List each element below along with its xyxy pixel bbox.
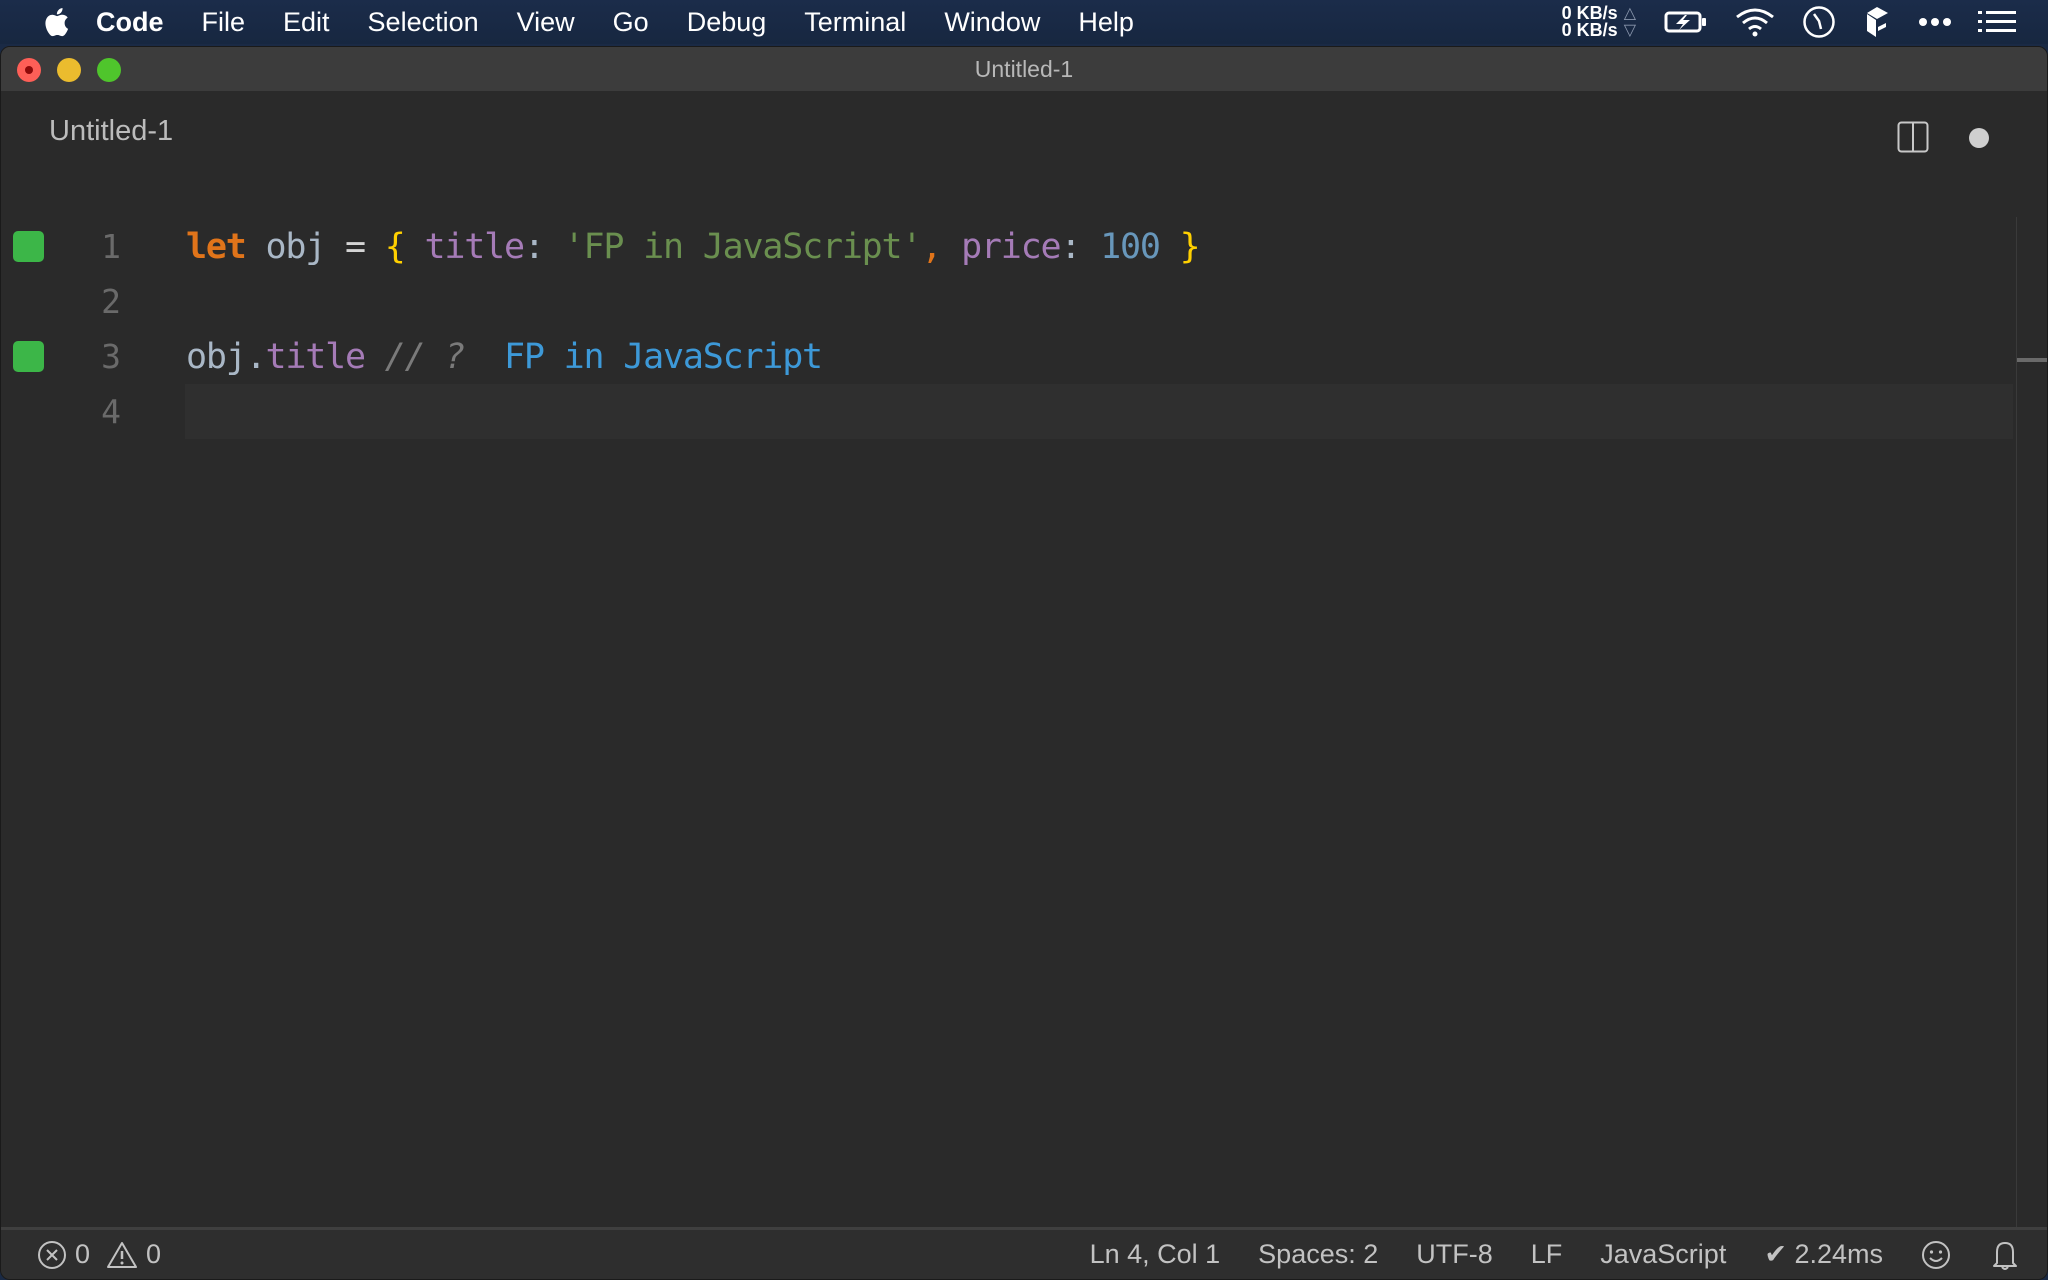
error-count: 0 (75, 1239, 91, 1269)
line-number: 2 (101, 282, 121, 321)
tab-untitled-1[interactable]: Untitled-1 (49, 115, 173, 148)
coverage-marker-icon (13, 341, 44, 372)
code-line[interactable]: 1 let obj = { title: 'FP in JavaScript', … (1, 219, 2047, 274)
error-icon (38, 1240, 66, 1269)
menu-debug[interactable]: Debug (687, 7, 767, 38)
code-token-punc: : (1060, 226, 1101, 267)
menu-view[interactable]: View (517, 7, 575, 38)
warning-count: 0 (146, 1239, 162, 1269)
status-bar-right: Ln 4, Col 1 Spaces: 2 UTF-8 LF JavaScrip… (1090, 1230, 2047, 1279)
end-of-line-sequence[interactable]: LF (1531, 1239, 1563, 1270)
minimize-window-button[interactable] (57, 58, 81, 82)
split-editor-icon (1897, 121, 1929, 153)
menu-bar-tray: 0 KB/s △ 0 KB/s ▽ (1562, 0, 2048, 44)
current-line-highlight (185, 384, 2013, 439)
menu-edit[interactable]: Edit (283, 7, 330, 38)
code-token-comma: , (921, 226, 942, 267)
clock-icon[interactable] (1802, 5, 1836, 39)
code-token-str: 'FP in JavaScript' (563, 226, 923, 267)
close-window-button[interactable] (17, 58, 41, 82)
code-token-var: obj (186, 336, 247, 377)
menu-help[interactable]: Help (1078, 7, 1134, 38)
menu-window[interactable]: Window (944, 7, 1040, 38)
warning-icon (107, 1241, 138, 1268)
code-line[interactable]: 2 (1, 274, 2047, 329)
menu-selection[interactable]: Selection (368, 7, 479, 38)
line-number: 4 (101, 392, 121, 431)
code-token-prop: title (265, 336, 367, 377)
code-token-op: = (325, 226, 385, 267)
macos-menu-bar: Code File Edit Selection View Go Debug T… (0, 0, 2048, 44)
traffic-lights (17, 58, 121, 82)
upload-arrow-icon: △ (1623, 5, 1636, 22)
menu-terminal[interactable]: Terminal (804, 7, 906, 38)
code-token-op (405, 227, 425, 267)
code-token-op (1160, 227, 1180, 267)
editor-tab-bar: Untitled-1 (1, 91, 2047, 175)
vscode-window: Untitled-1 Untitled-1 1 let obj = { title… (0, 46, 2048, 1280)
code-line[interactable]: 4 (1, 384, 2047, 439)
code-token-brace: } (1179, 226, 1201, 267)
code-token-kw: let (186, 226, 247, 267)
status-bar: 0 0 Ln 4, Col 1 Spaces: 2 UTF-8 LF JavaS… (1, 1227, 2047, 1279)
code-editor[interactable]: 1 let obj = { title: 'FP in JavaScript', … (1, 175, 2047, 1267)
problems-indicator[interactable]: 0 0 (37, 1239, 169, 1270)
code-token-op (246, 227, 266, 267)
menu-file[interactable]: File (202, 7, 246, 38)
split-editor-button[interactable] (1897, 121, 1929, 153)
code-token-prop: title (424, 226, 526, 267)
notifications-bell-icon[interactable] (1991, 1239, 2019, 1271)
feedback-smiley-icon[interactable] (1921, 1240, 1951, 1270)
window-titlebar[interactable]: Untitled-1 (1, 47, 2047, 91)
list-icon[interactable] (1978, 10, 2016, 34)
code-token-var: obj (265, 226, 327, 267)
file-encoding[interactable]: UTF-8 (1416, 1239, 1493, 1270)
line-code: obj.title // ? FP in JavaScript (186, 336, 823, 377)
coverage-marker-icon (13, 231, 44, 262)
more-icon[interactable] (1918, 17, 1952, 27)
battery-charging-icon[interactable] (1664, 10, 1708, 34)
code-line[interactable]: 3 obj.title // ? FP in JavaScript (1, 329, 2047, 384)
network-speed-monitor[interactable]: 0 KB/s △ 0 KB/s ▽ (1561, 4, 1636, 40)
window-title: Untitled-1 (974, 55, 1074, 82)
code-token-op (941, 227, 961, 267)
unsaved-changes-dot-icon[interactable] (1969, 128, 1989, 148)
code-token-prop: price (961, 226, 1062, 267)
apple-menu-icon[interactable] (42, 7, 70, 37)
language-mode[interactable]: JavaScript (1600, 1239, 1726, 1270)
line-code: let obj = { title: 'FP in JavaScript', p… (186, 226, 1201, 267)
line-number: 3 (101, 337, 121, 376)
cursor-position[interactable]: Ln 4, Col 1 (1090, 1239, 1221, 1270)
box-app-icon[interactable] (1862, 5, 1892, 39)
code-token-punc: : (523, 226, 564, 267)
code-token-punc: . (245, 336, 267, 377)
download-arrow-icon: ▽ (1623, 22, 1636, 39)
line-number: 1 (101, 227, 121, 266)
code-token-brace: { (384, 226, 406, 267)
code-token-op (464, 337, 504, 377)
code-token-comment: // ? (384, 336, 466, 377)
code-token-op (365, 337, 385, 377)
wifi-icon[interactable] (1734, 7, 1776, 37)
menu-go[interactable]: Go (613, 7, 649, 38)
quokka-timing[interactable]: ✔ 2.24ms (1764, 1239, 1883, 1270)
code-token-num: 100 (1100, 226, 1161, 267)
menu-app-code[interactable]: Code (96, 7, 164, 38)
indentation-setting[interactable]: Spaces: 2 (1258, 1239, 1378, 1270)
code-token-result: FP in JavaScript (503, 336, 823, 377)
maximize-window-button[interactable] (97, 58, 121, 82)
net-download-speed: 0 KB/s (1561, 20, 1618, 40)
